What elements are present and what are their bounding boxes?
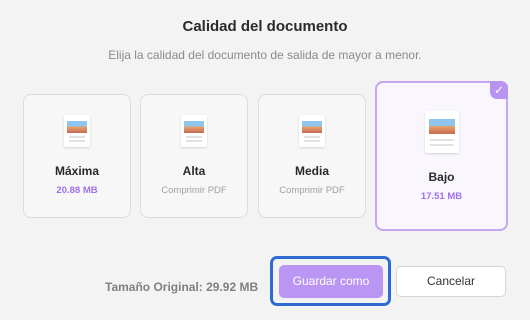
option-label: Bajo	[428, 170, 455, 184]
save-as-button[interactable]: Guardar como	[279, 265, 383, 298]
option-detail: Comprimir PDF	[161, 185, 227, 196]
option-label: Media	[294, 164, 329, 178]
cancel-button[interactable]: Cancelar	[396, 266, 506, 297]
document-icon	[181, 115, 207, 147]
document-icon	[424, 111, 459, 153]
dialog-title: Calidad del documento	[182, 18, 348, 35]
quality-option-bajo[interactable]: ✓ Bajo 17.51 MB	[375, 81, 508, 231]
quality-option-maxima[interactable]: Máxima 20.88 MB	[23, 94, 131, 218]
option-detail: Comprimir PDF	[279, 185, 345, 196]
dialog-subtitle: Elija la calidad del documento de salida…	[108, 48, 422, 62]
option-size: 20.88 MB	[56, 185, 98, 196]
quality-option-media[interactable]: Media Comprimir PDF	[258, 94, 366, 218]
option-label: Alta	[182, 164, 206, 178]
option-label: Máxima	[54, 164, 100, 178]
document-icon	[64, 115, 90, 147]
check-icon: ✓	[490, 81, 508, 99]
document-icon	[299, 115, 325, 147]
original-size-label: Tamaño Original: 29.92 MB	[105, 280, 259, 294]
quality-option-alta[interactable]: Alta Comprimir PDF	[140, 94, 248, 218]
option-size: 17.51 MB	[420, 191, 463, 202]
quality-dialog: Calidad del documento Elija la calidad d…	[0, 0, 530, 320]
